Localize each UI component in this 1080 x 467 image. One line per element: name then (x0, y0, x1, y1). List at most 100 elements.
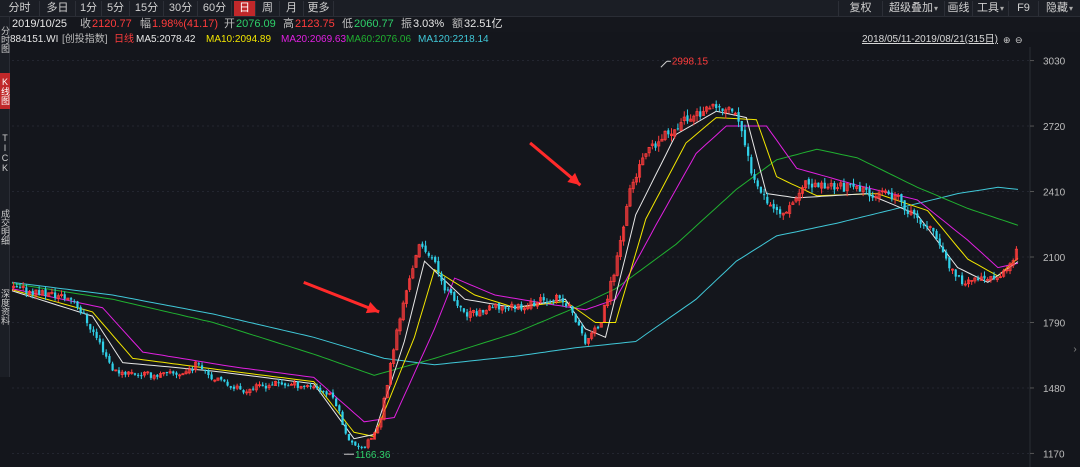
candle-body (172, 371, 175, 374)
candle-body (750, 157, 753, 174)
candle-body (252, 388, 255, 390)
candle-body (430, 257, 434, 259)
candle-body (571, 306, 574, 313)
candle-body (207, 369, 210, 376)
candle-body (545, 301, 549, 303)
candle-body (913, 210, 916, 215)
candle-body (743, 129, 747, 146)
candle-body (223, 379, 226, 382)
candle-body (191, 369, 194, 371)
candle-body (200, 365, 204, 370)
candle-body (784, 211, 788, 214)
candle-body (363, 446, 367, 448)
candle-body (31, 290, 34, 295)
ma60-line (11, 148, 1019, 376)
candle-body (852, 183, 855, 187)
candle-body (497, 303, 501, 310)
candle-body (73, 300, 76, 302)
annotation-label-layer: 2998.15 1166.36 (343, 56, 708, 461)
candle-body (95, 331, 98, 338)
collapse-panel-icon[interactable]: › (1070, 340, 1080, 360)
candle-body (287, 385, 290, 387)
candle-body (44, 289, 47, 296)
candle-body (92, 329, 95, 333)
candle-body (82, 312, 85, 314)
candle-body (440, 273, 443, 282)
candle-body (18, 286, 22, 288)
candle-body (25, 287, 28, 294)
candle-body (823, 182, 826, 189)
high-marker-line (660, 60, 668, 68)
candle-body (149, 372, 153, 378)
annotation-arrow-layer (303, 141, 582, 314)
candle-body (357, 445, 360, 448)
candle-body (983, 275, 986, 279)
candle-body (85, 314, 89, 324)
candle-body (459, 305, 462, 308)
candle-body (443, 280, 446, 291)
candle-body (654, 143, 657, 148)
candle-body (133, 373, 137, 375)
candle-body (925, 225, 929, 228)
candle-body (772, 203, 775, 209)
candle-body (280, 382, 283, 385)
candle-body (778, 209, 782, 214)
candle-body (731, 108, 734, 112)
candle-body (833, 182, 836, 190)
candle-body (762, 194, 766, 196)
candle-body (232, 386, 236, 389)
candle-body (957, 275, 961, 277)
candle-body (175, 372, 178, 375)
candle-body (229, 386, 232, 388)
candle-body (737, 112, 740, 122)
low-value-label: 1166.36 (355, 450, 391, 461)
candle-body (124, 371, 127, 375)
candle-body (916, 213, 919, 218)
candle-body (676, 128, 679, 130)
candle-body (960, 275, 964, 285)
candle-body (520, 304, 523, 310)
y-tick-label: 1170 (1043, 449, 1065, 460)
candle-body (354, 441, 357, 446)
candle-body (335, 398, 338, 407)
candle-body (264, 385, 268, 389)
candle-body (992, 275, 996, 279)
candle-body (465, 312, 469, 317)
candle-body (935, 231, 938, 240)
candle-body (507, 308, 510, 310)
candle-body (542, 297, 545, 301)
candle-body (309, 385, 312, 387)
candle-body (165, 372, 169, 374)
candle-body (699, 111, 702, 117)
candle-body (513, 305, 517, 310)
candle-body (747, 146, 750, 156)
candle-body (338, 405, 341, 412)
candle-body (344, 424, 347, 434)
candle-body (239, 386, 242, 390)
candlestick-layer (12, 100, 1018, 450)
kline-chart[interactable]: 2998.15 1166.36 3030 2720 2410 2100 1790 1480 1… (0, 0, 1080, 467)
candle-body (63, 294, 66, 299)
candle-body (98, 338, 101, 343)
candle-body (79, 307, 82, 313)
candle-body (15, 285, 18, 288)
candle-body (331, 392, 335, 398)
candle-body (271, 384, 274, 386)
candle-body (766, 196, 769, 204)
candle-body (421, 243, 424, 247)
candle-body (865, 188, 868, 190)
y-tick-label: 2410 (1043, 188, 1066, 199)
ma120-line (11, 186, 1019, 366)
candle-body (101, 341, 105, 353)
candle-body (740, 120, 743, 132)
candle-body (456, 300, 459, 306)
candle-body (117, 370, 121, 374)
ma5-line (11, 110, 1019, 440)
candle-body (140, 375, 143, 377)
candle-body (810, 183, 814, 188)
candle-body (549, 301, 552, 303)
candle-body (533, 302, 536, 307)
candle-body (887, 191, 890, 195)
candle-body (277, 382, 280, 384)
candle-body (351, 440, 354, 443)
